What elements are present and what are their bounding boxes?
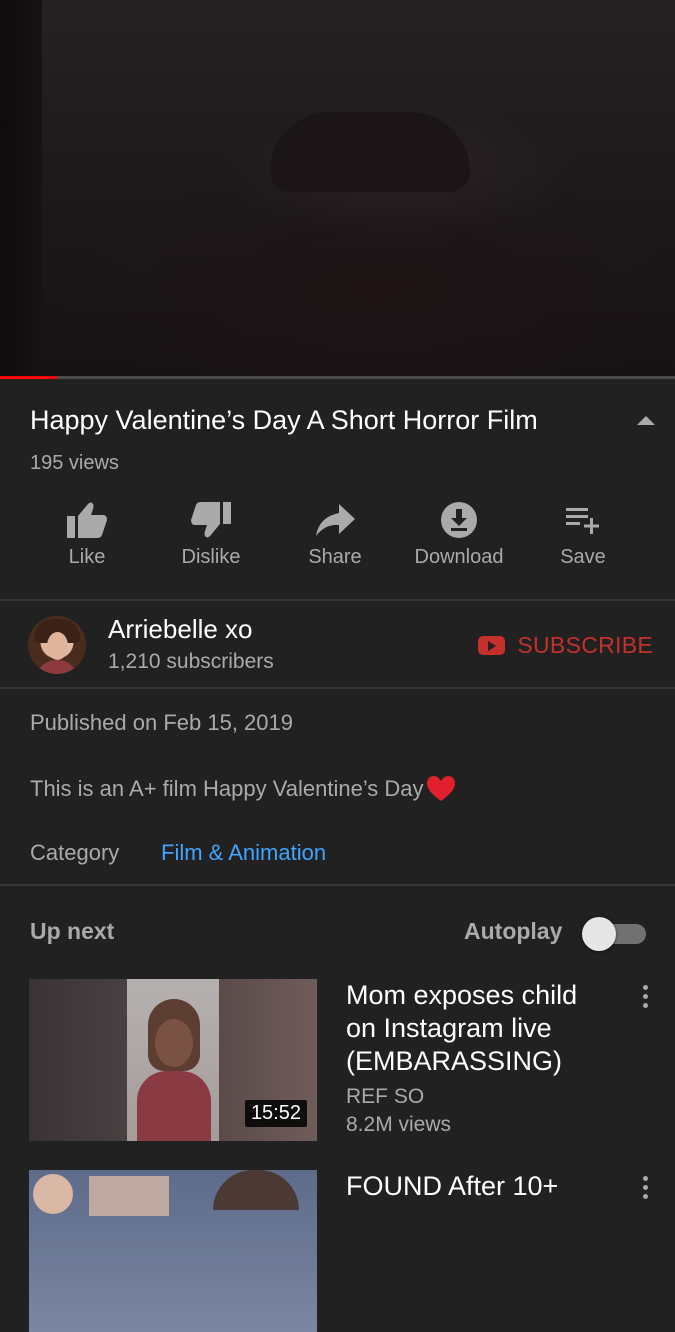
recommended-video[interactable]: FOUND After 10+	[29, 1170, 648, 1332]
publish-date: Published on Feb 15, 2019	[30, 710, 293, 735]
video-progress-bar[interactable]	[0, 376, 675, 379]
view-count: 195 views	[30, 452, 119, 474]
collapse-arrow-icon[interactable]	[637, 416, 655, 425]
heart-icon	[426, 776, 455, 801]
download-button[interactable]: Download	[397, 498, 521, 569]
video-title: Happy Valentine’s Day A Short Horror Fil…	[30, 405, 538, 435]
divider	[0, 884, 675, 886]
thumbs-up-icon	[67, 502, 107, 538]
playlist-add-icon	[566, 508, 599, 534]
recommended-video-channel: REF SO	[346, 1085, 425, 1108]
dislike-label: Dislike	[181, 546, 241, 568]
more-options-icon[interactable]	[641, 985, 649, 1008]
video-duration: 15:52	[244, 1100, 307, 1127]
save-button[interactable]: Save	[521, 498, 645, 569]
download-label: Download	[414, 546, 504, 568]
channel-avatar[interactable]	[28, 616, 86, 674]
up-next-heading: Up next	[30, 918, 115, 944]
save-label: Save	[560, 546, 606, 568]
recommended-video-views: 8.2M views	[346, 1113, 452, 1136]
youtube-logo-icon	[478, 636, 506, 655]
divider	[0, 687, 675, 689]
video-thumbnail[interactable]: 15:52	[29, 979, 317, 1141]
divider	[0, 599, 675, 601]
video-frame-dark-edge	[0, 0, 42, 376]
category-label: Category	[30, 840, 120, 865]
recommended-video[interactable]: 15:52 Mom exposes child on Instagram liv…	[29, 979, 648, 1141]
autoplay-toggle[interactable]	[582, 916, 646, 951]
subscriber-count: 1,210 subscribers	[108, 650, 274, 673]
video-title-row[interactable]: Happy Valentine’s Day A Short Horror Fil…	[30, 400, 655, 440]
subscribe-label: SUBSCRIBE	[517, 632, 653, 658]
autoplay-toggle-knob	[582, 917, 616, 951]
more-options-icon[interactable]	[641, 1176, 649, 1199]
recommended-video-title[interactable]: FOUND After 10+	[346, 1170, 606, 1203]
subscribe-button[interactable]: SUBSCRIBE	[478, 632, 653, 659]
category-link[interactable]: Film & Animation	[161, 840, 326, 866]
video-frame-figure	[270, 112, 470, 192]
autoplay-label: Autoplay	[464, 918, 563, 944]
share-label: Share	[308, 546, 362, 568]
share-button[interactable]: Share	[273, 498, 397, 569]
video-thumbnail[interactable]	[29, 1170, 317, 1332]
video-progress-fill	[0, 376, 58, 379]
like-label: Like	[68, 546, 106, 568]
share-arrow-icon	[316, 504, 355, 536]
thumbs-down-icon	[191, 502, 231, 538]
recommended-video-title[interactable]: Mom exposes child on Instagram live (EMB…	[346, 979, 606, 1078]
description-text: This is an A+ film Happy Valentine’s Day	[30, 776, 424, 801]
video-description: This is an A+ film Happy Valentine’s Day	[30, 775, 456, 803]
video-player[interactable]	[0, 0, 675, 376]
action-bar: Like Dislike Share Download Save	[25, 498, 645, 569]
dislike-button[interactable]: Dislike	[149, 498, 273, 569]
like-button[interactable]: Like	[25, 498, 149, 569]
channel-row[interactable]: Arriebelle xo 1,210 subscribers SUBSCRIB…	[28, 614, 653, 675]
channel-name[interactable]: Arriebelle xo	[108, 614, 253, 645]
download-icon	[441, 502, 477, 538]
